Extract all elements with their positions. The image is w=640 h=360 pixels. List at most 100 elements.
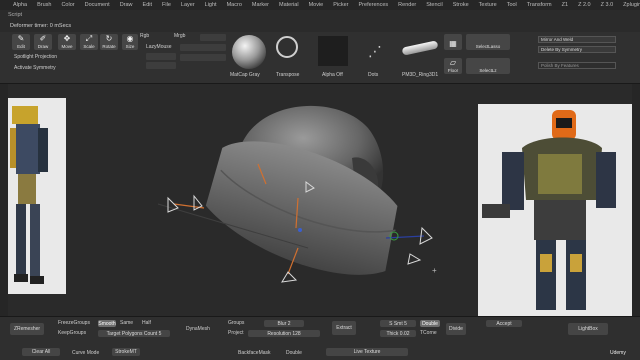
- dynamesh-button[interactable]: DynaMesh: [186, 326, 210, 332]
- s-smt-slider[interactable]: S Smt 5: [380, 320, 416, 327]
- spotlight-projection-toggle[interactable]: Spotlight Projection: [14, 54, 57, 60]
- zremesher-button[interactable]: ZRemesher: [10, 323, 44, 335]
- scale-label: Scale: [83, 44, 95, 49]
- menu-item-z1[interactable]: Z1: [557, 2, 573, 8]
- same-toggle[interactable]: Same: [120, 320, 133, 326]
- double-render-toggle[interactable]: Double: [286, 350, 302, 356]
- double-toggle[interactable]: Double: [420, 320, 440, 327]
- menu-item-material[interactable]: Material: [274, 2, 304, 8]
- menu-item-zplugin[interactable]: Zplugin: [618, 2, 640, 8]
- draw-button[interactable]: ✐ Draw: [34, 34, 52, 50]
- menu-item-alpha[interactable]: Alpha: [8, 2, 32, 8]
- menu-item-tool[interactable]: Tool: [502, 2, 522, 8]
- stroke-mt-dropdown[interactable]: StrokeMT: [112, 348, 140, 356]
- menu-item-picker[interactable]: Picker: [328, 2, 353, 8]
- menu-item-stencil[interactable]: Stencil: [421, 2, 448, 8]
- thick-slider[interactable]: Thick 0.02: [380, 330, 416, 337]
- live-texture-dropdown[interactable]: Live Texture: [326, 348, 408, 356]
- blur-slider[interactable]: Blur 2: [264, 320, 304, 327]
- activate-symmetry-toggle[interactable]: Activate Symmetry: [14, 65, 56, 71]
- keepgroups-toggle[interactable]: KeepGroups: [58, 330, 86, 336]
- draw-size-slider[interactable]: [180, 44, 226, 51]
- size-button[interactable]: ◉ Size: [122, 34, 138, 50]
- polish-features-dropdown[interactable]: Polish By Features: [538, 62, 616, 69]
- transpose-icon[interactable]: [276, 36, 298, 58]
- rotate-icon: ↻: [105, 34, 113, 43]
- menu-item-movie[interactable]: Movie: [304, 2, 329, 8]
- menu-item-preferences[interactable]: Preferences: [354, 2, 394, 8]
- mirror-weld-dropdown[interactable]: Mirror And Weld: [538, 36, 616, 43]
- menu-item-z-3-0[interactable]: Z 3.0: [596, 2, 619, 8]
- lazymouse-toggle[interactable]: LazyMouse: [146, 44, 172, 50]
- lazy-step-slider[interactable]: [146, 53, 176, 60]
- target-polygons-slider[interactable]: Target Polygons Count 5: [98, 330, 170, 337]
- menu-item-texture[interactable]: Texture: [474, 2, 502, 8]
- menu-item-brush[interactable]: Brush: [32, 2, 56, 8]
- accept-button[interactable]: Accept: [486, 320, 522, 327]
- freezegroups-toggle[interactable]: FreezeGroups: [58, 320, 90, 326]
- smooth-toggle[interactable]: Smooth: [98, 320, 116, 327]
- draw-icon: ✐: [39, 34, 47, 43]
- size-label: Size: [125, 44, 135, 49]
- menu-item-render[interactable]: Render: [393, 2, 421, 8]
- menu-item-edit[interactable]: Edit: [138, 2, 157, 8]
- selectlz-button[interactable]: SelectLz: [466, 58, 510, 74]
- groups-toggle[interactable]: Groups: [228, 320, 244, 326]
- scale-icon: ⤢: [85, 34, 93, 43]
- menu-item-document[interactable]: Document: [80, 2, 115, 8]
- half-toggle[interactable]: Half: [142, 320, 151, 326]
- menu-item-z-2-0[interactable]: Z 2.0: [573, 2, 596, 8]
- armored-soldier-sketch: [10, 106, 48, 284]
- move-button[interactable]: ✥ Move: [58, 34, 76, 50]
- menu-item-light[interactable]: Light: [200, 2, 222, 8]
- resolution-slider[interactable]: Resolution 128: [248, 330, 320, 337]
- delete-symmetry-dropdown[interactable]: Delete By Symmetry: [538, 46, 616, 53]
- helmet-sculpt-model[interactable]: [148, 88, 448, 298]
- z-intensity-slider[interactable]: [180, 54, 226, 61]
- menu-item-marker[interactable]: Marker: [247, 2, 274, 8]
- crosshair-cursor: +: [432, 266, 437, 275]
- extract-button[interactable]: Extract: [332, 321, 356, 335]
- reference-image-right: [478, 104, 632, 316]
- menu-item-macro[interactable]: Macro: [222, 2, 247, 8]
- script-label[interactable]: Script: [8, 12, 22, 18]
- main-menu-bar: Alpha Brush Color Document Draw Edit File Layer…: [0, 0, 640, 10]
- rgb-toggle[interactable]: Rgb: [140, 33, 149, 39]
- divide-button[interactable]: Divide: [446, 323, 466, 335]
- alpha-label: Alpha Off: [322, 72, 343, 78]
- lazy-radius-slider[interactable]: [146, 62, 176, 69]
- curve-mode-toggle[interactable]: Curve Mode: [72, 350, 99, 356]
- project-toggle[interactable]: Project: [228, 330, 244, 336]
- mrgb-toggle[interactable]: Mrgb: [174, 33, 185, 39]
- size-icon: ◉: [126, 34, 134, 43]
- focal-shift-slider[interactable]: [200, 34, 226, 41]
- menu-item-color[interactable]: Color: [56, 2, 79, 8]
- menu-item-file[interactable]: File: [157, 2, 176, 8]
- dots-stroke-icon[interactable]: ⋰: [360, 36, 390, 66]
- rotate-button[interactable]: ↻ Rotate: [100, 34, 118, 50]
- brush-name-label: PM3D_Ring3D1: [402, 72, 439, 78]
- menu-item-transform[interactable]: Transform: [522, 2, 557, 8]
- matcap-material-thumbnail[interactable]: [232, 35, 266, 69]
- rotate-label: Rotate: [102, 44, 116, 49]
- edit-label: Edit: [17, 44, 25, 49]
- persp-button[interactable]: ▦: [444, 34, 462, 50]
- scale-button[interactable]: ⤢ Scale: [80, 34, 98, 50]
- clear-all-button[interactable]: Clear All: [22, 348, 60, 356]
- viewport-canvas[interactable]: +: [8, 84, 632, 316]
- selectlz-label: SelectLz: [479, 68, 497, 73]
- backface-mask-toggle[interactable]: BackfaceMask: [238, 350, 271, 356]
- menu-item-draw[interactable]: Draw: [115, 2, 138, 8]
- menu-item-stroke[interactable]: Stroke: [448, 2, 474, 8]
- status-bar: Deformer timer: 0 mSecs: [0, 20, 640, 32]
- lightbox-button[interactable]: LightBox: [568, 323, 608, 335]
- tcorne-toggle[interactable]: TCorne: [420, 330, 437, 336]
- menu-item-layer[interactable]: Layer: [176, 2, 200, 8]
- alpha-thumbnail[interactable]: [318, 36, 348, 66]
- edit-button[interactable]: ✎ Edit: [12, 34, 30, 50]
- top-toolbar: ✎ Edit ✐ Draw ✥ Move ⤢ Scale ↻ Rotate ◉ Size S…: [0, 32, 640, 84]
- floor-button[interactable]: ▱ Floor: [444, 58, 462, 74]
- brush-thumbnail[interactable]: [401, 40, 439, 56]
- select-lasso-button[interactable]: SelectLasso: [466, 34, 510, 50]
- right-shelf: [632, 84, 640, 316]
